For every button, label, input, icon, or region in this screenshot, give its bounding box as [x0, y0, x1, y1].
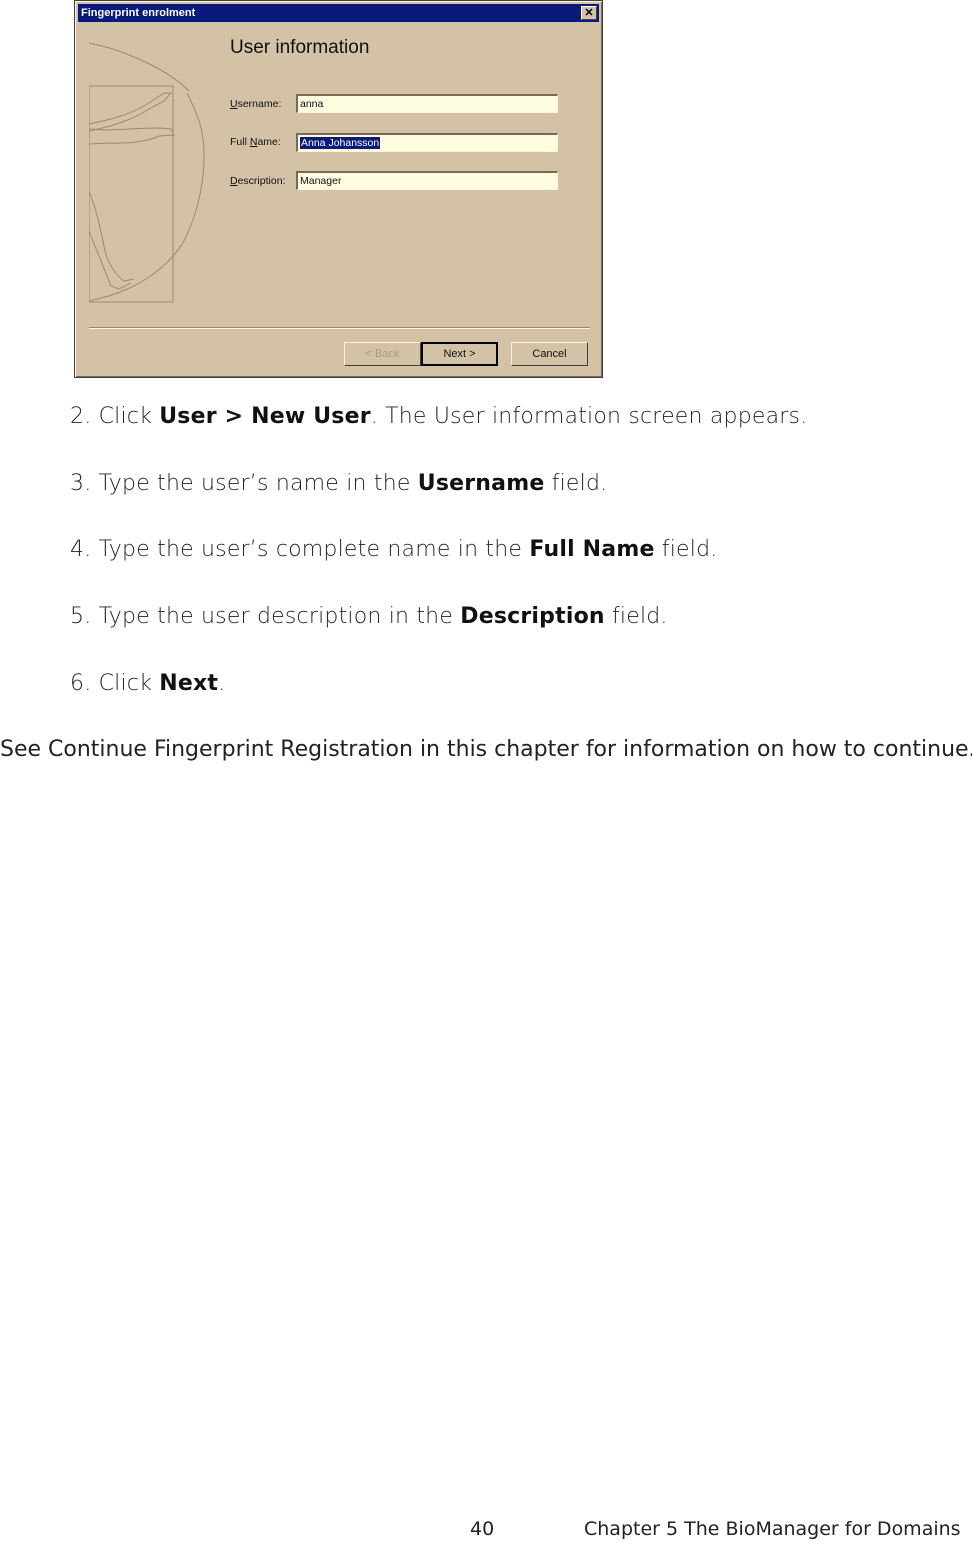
- full-name-label-prefix: Full: [230, 136, 250, 148]
- step-text: field.: [654, 537, 718, 562]
- description-value: Manager: [300, 175, 342, 187]
- step-3: 3. Type the user’s name in the Username …: [70, 471, 607, 496]
- continuation-note: See Continue Fingerprint Registration in…: [0, 737, 972, 762]
- step-text: Type the user’s name in the: [98, 471, 418, 496]
- description-mnemonic: D: [230, 175, 238, 187]
- button-separator: [89, 327, 590, 329]
- step-text: Type the user’s complete name in the: [98, 537, 530, 562]
- full-name-field[interactable]: Anna Johansson: [296, 133, 558, 152]
- description-field[interactable]: Manager: [296, 171, 558, 190]
- step-text: Type the user description in the: [98, 604, 461, 629]
- step-6: 6. Click Next.: [70, 671, 225, 696]
- cancel-button[interactable]: Cancel: [511, 342, 588, 366]
- dialog-heading: User information: [230, 37, 370, 58]
- step-text: .: [218, 671, 226, 696]
- close-icon: ✕: [584, 7, 594, 19]
- dialog-title: Fingerprint enrolment: [81, 7, 196, 19]
- step-number: 3.: [70, 471, 92, 496]
- step-5: 5. Type the user description in the Desc…: [70, 604, 668, 629]
- step-emphasis: Next: [159, 671, 219, 696]
- full-name-label: Full Name:: [230, 136, 281, 148]
- step-text: . The User information screen appears.: [370, 404, 808, 429]
- dialog-titlebar: Fingerprint enrolment ✕: [78, 4, 599, 22]
- fingerprint-enrolment-dialog: Fingerprint enrolment ✕ User information…: [74, 0, 603, 378]
- description-label: Description:: [230, 175, 285, 187]
- username-field[interactable]: anna: [296, 94, 558, 113]
- step-number: 6.: [70, 671, 92, 696]
- username-mnemonic: U: [230, 98, 238, 110]
- username-label: Username:: [230, 98, 281, 110]
- step-number: 5.: [70, 604, 92, 629]
- full-name-value-selected: Anna Johansson: [300, 137, 381, 149]
- username-label-text: sername:: [237, 98, 282, 110]
- close-button[interactable]: ✕: [581, 6, 597, 20]
- chapter-title: Chapter 5 The BioManager for Domains: [584, 1518, 961, 1540]
- step-text: field.: [604, 604, 668, 629]
- step-number: 2.: [70, 404, 92, 429]
- step-emphasis: Description: [460, 604, 605, 629]
- step-text: field.: [544, 471, 608, 496]
- username-value: anna: [300, 98, 324, 110]
- step-emphasis: User > New User: [159, 404, 371, 429]
- step-emphasis: Username: [417, 471, 545, 496]
- step-text: Click: [98, 671, 160, 696]
- vitruvian-figure-illustration: [89, 42, 205, 303]
- step-emphasis: Full Name: [529, 537, 655, 562]
- step-number: 4.: [70, 537, 92, 562]
- page-number: 40: [470, 1518, 495, 1540]
- step-2: 2. Click User > New User. The User infor…: [70, 404, 807, 429]
- step-text: Click: [98, 404, 160, 429]
- step-4: 4. Type the user’s complete name in the …: [70, 537, 717, 562]
- next-button[interactable]: Next >: [421, 342, 498, 366]
- description-label-text: escription:: [237, 175, 286, 187]
- full-name-label-text: ame:: [257, 136, 281, 148]
- back-button[interactable]: < Back: [344, 342, 421, 366]
